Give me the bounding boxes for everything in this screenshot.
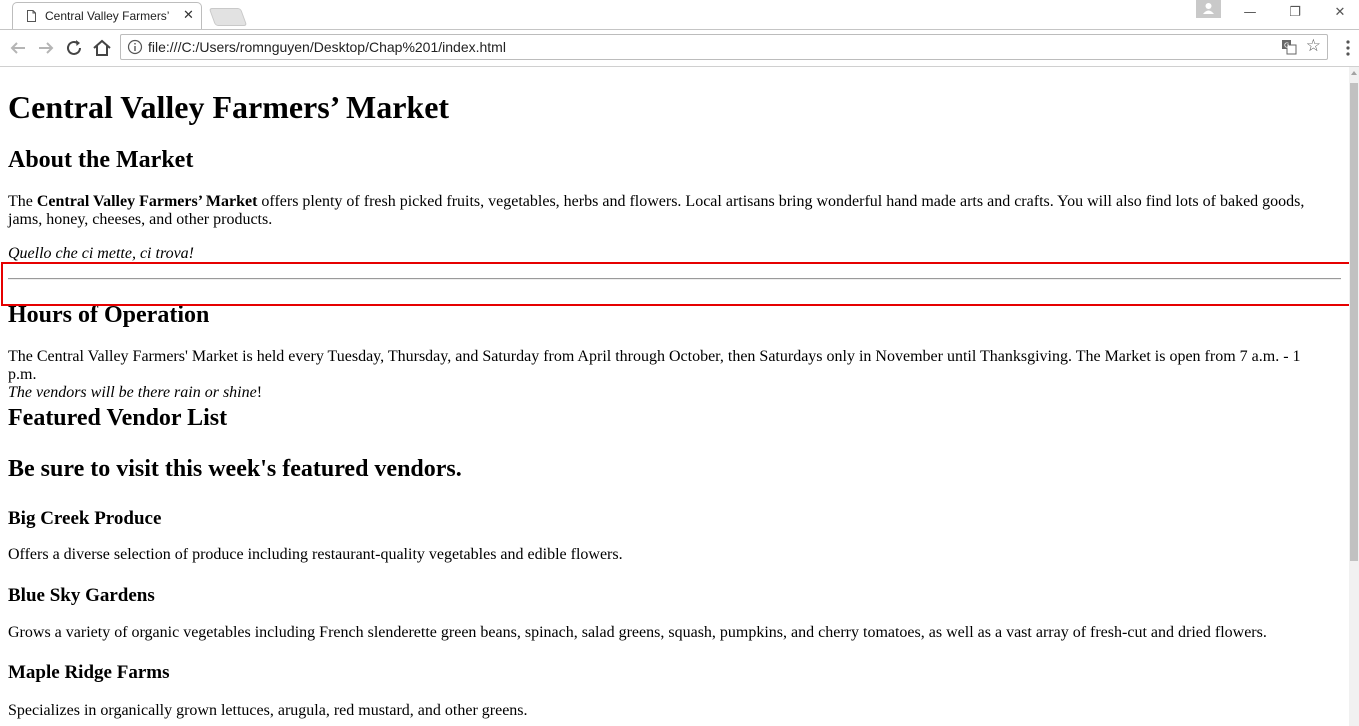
url-text[interactable]: file:///C:/Users/romnguyen/Desktop/Chap%… [148, 39, 506, 55]
tab-title: Central Valley Farmers’ M [45, 9, 173, 23]
hours-paragraph: The Central Valley Farmers' Market is he… [8, 348, 1301, 401]
vendor-name: Blue Sky Gardens [8, 585, 155, 606]
tab-strip: Central Valley Farmers’ M ✕ — ❐ ✕ [0, 0, 1359, 30]
about-paragraph: The Central Valley Farmers’ Market offer… [8, 193, 1305, 228]
about-heading: About the Market [8, 147, 194, 173]
vendor-description: Grows a variety of organic vegetables in… [8, 624, 1267, 641]
window-close-button[interactable]: ✕ [1318, 0, 1359, 28]
back-arrow-icon[interactable] [6, 36, 30, 60]
page-viewport: Central Valley Farmers’ Market About the… [0, 67, 1349, 726]
translate-icon[interactable]: G [1281, 39, 1297, 55]
browser-toolbar: file:///C:/Users/romnguyen/Desktop/Chap%… [0, 30, 1359, 67]
vertical-scrollbar[interactable] [1349, 67, 1359, 726]
bookmark-star-icon[interactable]: ☆ [1306, 36, 1321, 56]
vendor-description: Specializes in organically grown lettuce… [8, 702, 528, 719]
vendors-heading: Featured Vendor List [8, 405, 228, 431]
forward-arrow-icon[interactable] [34, 36, 58, 60]
info-icon[interactable] [127, 39, 143, 55]
vendor-name: Big Creek Produce [8, 508, 162, 529]
page-title: Central Valley Farmers’ Market [8, 89, 450, 125]
scroll-up-arrow-icon[interactable] [1349, 67, 1359, 79]
minimize-button[interactable]: — [1228, 0, 1272, 28]
address-bar[interactable]: file:///C:/Users/romnguyen/Desktop/Chap%… [120, 34, 1328, 60]
scroll-thumb[interactable] [1350, 83, 1358, 561]
person-icon [1203, 3, 1214, 14]
document-icon [27, 10, 36, 22]
vendor-description: Offers a diverse selection of produce in… [8, 546, 623, 563]
svg-text:G: G [1284, 42, 1289, 50]
reload-icon[interactable] [62, 36, 86, 60]
menu-kebab-icon[interactable] [1340, 39, 1356, 57]
restore-button[interactable]: ❐ [1273, 0, 1317, 28]
vendors-subheading: Be sure to visit this week's featured ve… [8, 456, 462, 482]
motto: Quello che ci mette, ci trova! [8, 245, 194, 262]
browser-tab[interactable]: Central Valley Farmers’ M ✕ [12, 2, 202, 29]
profile-avatar-icon[interactable] [1196, 0, 1221, 18]
new-tab-button[interactable] [208, 8, 248, 26]
hours-heading: Hours of Operation [8, 302, 210, 328]
highlight-box [1, 262, 1349, 306]
tab-close-icon[interactable]: ✕ [183, 8, 194, 24]
market-name-bold: Central Valley Farmers’ Market [36, 193, 258, 210]
home-icon[interactable] [90, 36, 114, 60]
vendor-name: Maple Ridge Farms [8, 662, 170, 683]
